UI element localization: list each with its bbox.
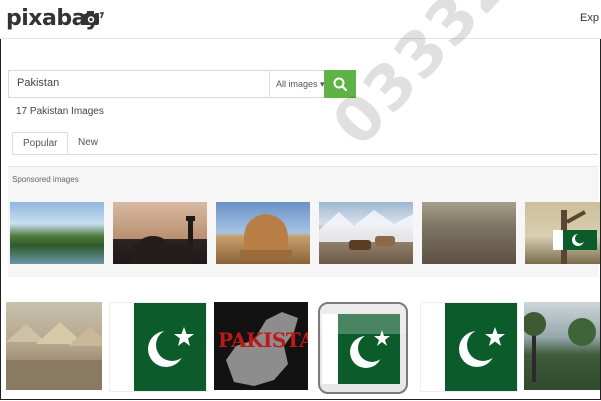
explore-link[interactable]: Exp xyxy=(580,12,599,24)
results-tabs: Popular New xyxy=(12,132,598,155)
valley-image[interactable] xyxy=(524,302,600,390)
map-text: PAKISTAN xyxy=(218,328,308,352)
pakistan-flag-image-2[interactable] xyxy=(420,302,518,392)
tab-new[interactable]: New xyxy=(68,132,108,154)
image-type-dropdown[interactable]: All images ▾ xyxy=(269,71,329,97)
glossy-flag-image[interactable] xyxy=(318,302,408,394)
camera-icon xyxy=(83,11,104,25)
sponsored-label: Sponsored images xyxy=(12,175,79,184)
pakistan-map-image[interactable]: PAKISTAN xyxy=(214,302,308,390)
search-input[interactable] xyxy=(9,71,275,95)
flag-tree-image[interactable] xyxy=(525,202,600,264)
camp-tents-image[interactable] xyxy=(6,302,102,390)
tab-popular[interactable]: Popular xyxy=(12,132,68,154)
mosque-silhouette-image[interactable] xyxy=(113,202,207,264)
horses-mountains-image[interactable] xyxy=(319,202,413,264)
results-count: 17 Pakistan Images xyxy=(16,106,104,117)
pakistan-flag-image[interactable] xyxy=(109,302,207,392)
mountain-lake-image[interactable] xyxy=(10,202,104,264)
tomb-monument-image[interactable] xyxy=(216,202,310,264)
search-bar: All images ▾ xyxy=(8,70,356,98)
street-scene-image[interactable] xyxy=(422,202,516,264)
